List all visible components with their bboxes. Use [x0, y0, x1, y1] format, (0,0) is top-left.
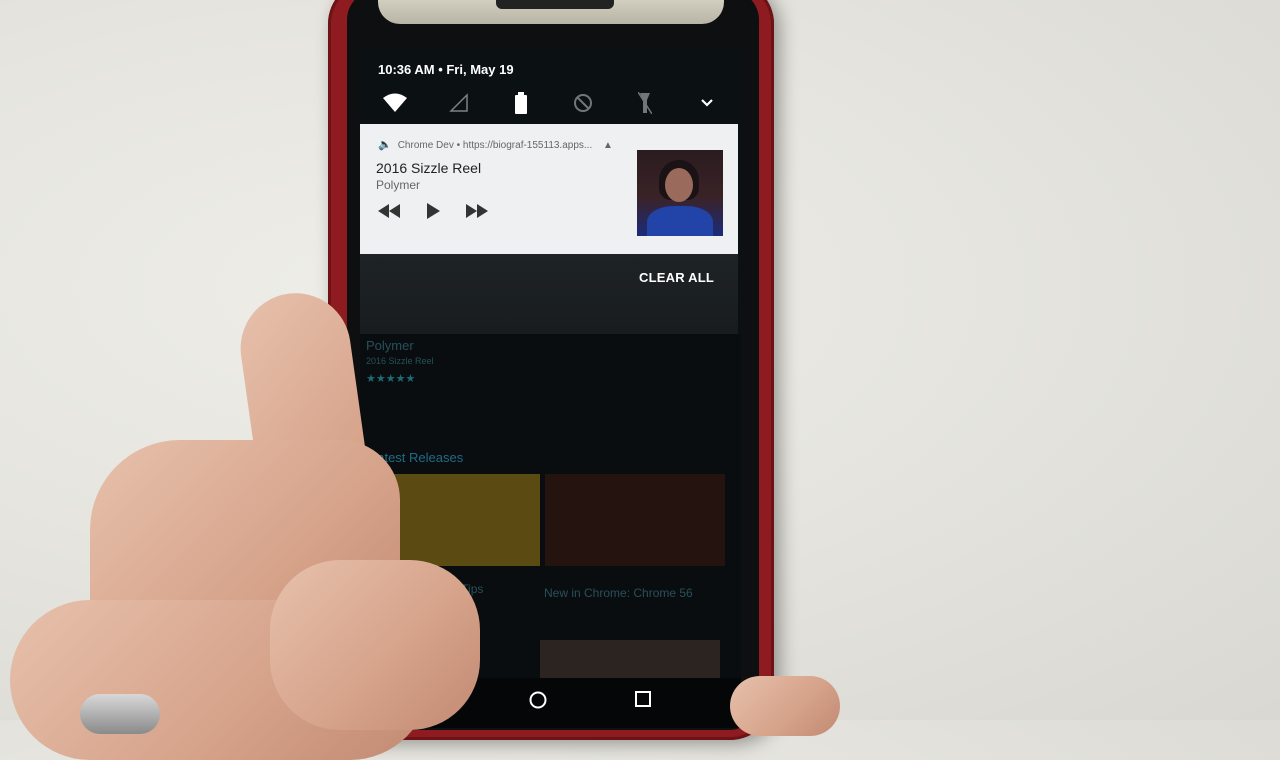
recents-button[interactable]: [634, 690, 652, 713]
rating-stars: ★★★★★: [366, 373, 416, 385]
chevron-down-icon[interactable]: [694, 90, 720, 116]
notification-header: 🔈 Chrome Dev • https://biograf-155113.app…: [378, 138, 613, 151]
media-controls: [376, 202, 490, 225]
earpiece: [496, 0, 614, 9]
quick-settings-row: [360, 86, 741, 122]
media-notification[interactable]: 🔈 Chrome Dev • https://biograf-155113.app…: [360, 124, 738, 254]
bg-artist: Polymer: [366, 338, 414, 353]
album-art-thumbnail: [637, 150, 723, 236]
media-title: 2016 Sizzle Reel: [376, 160, 482, 176]
home-button[interactable]: [528, 690, 548, 715]
fast-forward-button[interactable]: [464, 202, 490, 225]
status-time-date: 10:36 AM • Fri, May 19: [378, 62, 514, 77]
speaker-icon: 🔈: [378, 139, 392, 151]
cellular-signal-icon[interactable]: [446, 90, 472, 116]
tile-2-title: New in Chrome: Chrome 56: [544, 586, 693, 600]
bg-title: 2016 Sizzle Reel: [366, 356, 434, 366]
battery-icon[interactable]: [508, 90, 534, 116]
video-tile-2[interactable]: [545, 474, 725, 566]
rewind-button[interactable]: [376, 202, 402, 225]
media-artist: Polymer: [376, 178, 421, 192]
wifi-icon[interactable]: [382, 90, 408, 116]
ring: [80, 694, 160, 734]
notification-source: Chrome Dev • https://biograf-155113.apps…: [397, 140, 593, 151]
do-not-disturb-icon[interactable]: [570, 90, 596, 116]
expand-up-icon[interactable]: ▲: [603, 140, 613, 151]
play-button[interactable]: [424, 202, 442, 225]
video-tile-1[interactable]: [390, 474, 540, 566]
video-tile-3[interactable]: [540, 640, 720, 680]
notification-shade-footer: CLEAR ALL: [360, 254, 738, 334]
clear-all-button[interactable]: CLEAR ALL: [639, 270, 714, 285]
flashlight-icon[interactable]: [632, 90, 658, 116]
